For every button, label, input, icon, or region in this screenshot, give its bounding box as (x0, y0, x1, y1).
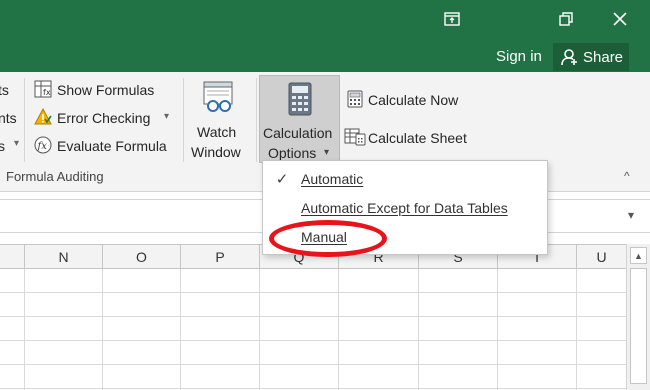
svg-text:fx: fx (37, 141, 48, 152)
grid-line (0, 340, 626, 341)
evaluate-formula-icon: fx (34, 136, 52, 154)
worksheet-grid[interactable] (0, 269, 626, 390)
menu-item-label: Manual (301, 229, 347, 245)
watch-window-label-1: Watch (197, 124, 237, 140)
error-checking-button[interactable]: Error Checking (57, 110, 150, 126)
collapse-ribbon-icon[interactable]: ^ (624, 169, 630, 183)
truncated-ribbon-label-1[interactable]: ts (0, 82, 9, 98)
calculator-icon (288, 82, 312, 116)
calculation-options-button[interactable]: Calculation Options ▾ (259, 75, 340, 163)
title-bar: Sign in Share (0, 0, 650, 72)
close-window-icon[interactable] (602, 6, 638, 32)
column-header-o[interactable]: O (102, 245, 180, 269)
column-header-p[interactable]: P (180, 245, 259, 269)
svg-text:fx: fx (43, 88, 51, 97)
grid-line (418, 269, 419, 390)
watch-window-label-2: Window (191, 144, 241, 160)
menu-item-label: Automatic Except for Data Tables (301, 200, 508, 216)
grid-line (0, 388, 626, 389)
watch-window-icon (203, 81, 233, 112)
dropdown-arrow-icon[interactable]: ▾ (14, 138, 19, 149)
column-header-n[interactable]: N (24, 245, 102, 269)
sign-in-link[interactable]: Sign in (496, 48, 542, 65)
calculation-options-label-1: Calculation (263, 125, 333, 141)
show-formulas-button[interactable]: Show Formulas (57, 82, 154, 98)
grid-line (24, 269, 25, 390)
menu-item-label: Automatic (301, 171, 364, 187)
grid-line (259, 269, 260, 390)
menu-item-automatic-except-data-tables[interactable]: Automatic Except for Data Tables (263, 194, 547, 222)
grid-line (576, 269, 577, 390)
grid-line (0, 292, 626, 293)
vertical-scrollbar[interactable]: ▲ (626, 244, 650, 390)
menu-item-manual[interactable]: Manual (263, 223, 547, 251)
menu-item-automatic[interactable]: ✓ Automatic (263, 165, 547, 193)
ribbon-display-options-icon[interactable] (434, 6, 470, 32)
error-checking-icon (34, 108, 52, 125)
calculate-sheet-icon (344, 128, 366, 146)
evaluate-formula-button[interactable]: Evaluate Formula (57, 138, 167, 154)
expand-formula-bar-icon[interactable]: ▾ (628, 208, 634, 222)
error-checking-dropdown-icon[interactable]: ▾ (164, 111, 169, 122)
separator (183, 78, 184, 162)
separator (24, 78, 25, 162)
grid-line (180, 269, 181, 390)
column-header-u[interactable]: U (576, 245, 626, 269)
formula-auditing-group-label: Formula Auditing (6, 169, 104, 184)
share-label: Share (583, 48, 624, 66)
grid-line (338, 269, 339, 390)
share-person-icon (561, 49, 577, 66)
calculate-now-button[interactable]: Calculate Now (368, 92, 458, 108)
calculate-now-icon (347, 90, 363, 108)
grid-line (497, 269, 498, 390)
scroll-up-icon[interactable]: ▲ (630, 247, 647, 264)
checkmark-icon: ✓ (275, 171, 289, 188)
show-formulas-icon: fx (34, 80, 52, 98)
scrollbar-thumb[interactable] (630, 268, 647, 384)
grid-line (0, 316, 626, 317)
calculate-sheet-button[interactable]: Calculate Sheet (368, 130, 467, 146)
watch-window-button[interactable]: Watch Window (188, 78, 250, 164)
truncated-ribbon-label-2[interactable]: nts (0, 110, 17, 126)
truncated-ribbon-label-3[interactable]: s (0, 138, 5, 154)
calculation-options-dropdown-icon: ▾ (324, 147, 330, 158)
grid-line (102, 269, 103, 390)
restore-window-icon[interactable] (548, 6, 584, 32)
separator (256, 78, 257, 162)
calculation-options-menu: ✓ Automatic Automatic Except for Data Ta… (262, 160, 548, 255)
share-button[interactable]: Share (553, 43, 629, 71)
calculation-options-label-2: Options (268, 145, 317, 161)
grid-line (0, 364, 626, 365)
